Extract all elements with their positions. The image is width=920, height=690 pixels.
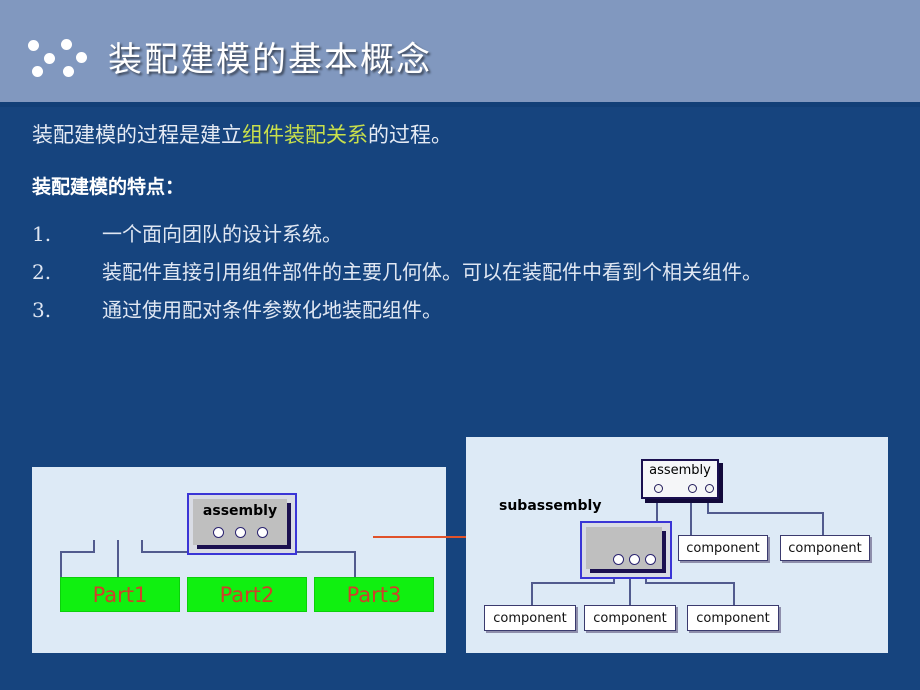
page-title: 装配建模的基本概念 [108,40,432,80]
slide-body: 装配建模的过程是建立组件装配关系的过程。 装配建模的特点： 1. 一个面向团队的设… [32,120,902,329]
component-box[interactable]: component [780,535,870,561]
part-box[interactable]: Part2 [187,577,307,612]
list-item-number: 1. [32,222,52,246]
list-item-label: 通过使用配对条件参数化地装配组件。 [102,298,442,322]
list-item-number: 2. [32,260,52,284]
diagram-left-panel: assembly Part1 Part2 Part3 [32,467,446,653]
subassembly-port[interactable] [645,554,656,565]
slide-header: 装配建模的基本概念 [0,0,920,102]
component-box[interactable]: component [678,535,768,561]
lead-prefix: 装配建模的过程是建立 [32,123,242,147]
lead-paragraph: 装配建模的过程是建立组件装配关系的过程。 [32,120,902,150]
connector-segment [822,512,824,535]
subassembly-label: subassembly [499,498,602,514]
connector-segment [531,582,533,605]
part-box[interactable]: Part1 [60,577,180,612]
assembly-node-body: assembly [193,499,287,545]
assembly-port[interactable] [688,484,697,493]
subhead: 装配建模的特点： [32,176,185,198]
component-box[interactable]: component [584,605,676,631]
assembly-node[interactable]: assembly [187,493,297,555]
subassembly-port[interactable] [613,554,624,565]
subassembly-node[interactable] [580,521,672,579]
connector-segment [60,551,95,553]
connector-segment [531,582,615,584]
assembly-node-label: assembly [202,503,278,519]
lead-highlight: 组件装配关系 [242,123,368,147]
component-box[interactable]: component [687,605,779,631]
list-item: 3. 通过使用配对条件参数化地装配组件。 [32,291,902,329]
lead-suffix: 的过程。 [368,123,452,147]
assembly-port[interactable] [654,484,663,493]
connector-segment [60,551,62,577]
assembly-node[interactable]: assembly [641,459,719,499]
connector-segment [117,540,119,577]
connector-segment [645,582,735,584]
connector-segment [707,512,824,514]
list-item-label: 一个面向团队的设计系统。 [102,222,342,246]
assembly-port[interactable] [235,527,246,538]
part-box[interactable]: Part3 [314,577,434,612]
connector-segment [690,495,692,535]
points-list: 1. 一个面向团队的设计系统。 2. 装配件直接引用组件部件的主要几何体。可以在装配… [32,215,902,329]
list-item-label: 装配件直接引用组件部件的主要几何体。可以在装配件中看到个相关组件。 [102,260,762,284]
component-box[interactable]: component [484,605,576,631]
assembly-port[interactable] [705,484,714,493]
diagram-right-panel: assembly subassembly component component… [466,437,888,653]
connector-segment [354,551,356,577]
list-item-number: 3. [32,298,52,322]
list-item: 1. 一个面向团队的设计系统。 [32,215,902,253]
assembly-port[interactable] [257,527,268,538]
list-item: 2. 装配件直接引用组件部件的主要几何体。可以在装配件中看到个相关组件。 [32,253,902,291]
assembly-port[interactable] [213,527,224,538]
subassembly-port[interactable] [629,554,640,565]
header-underline [0,102,920,107]
assembly-node-label: assembly [649,463,711,478]
six-dots-icon [28,36,90,77]
connector-segment [733,582,735,605]
subassembly-node-body [586,527,662,569]
